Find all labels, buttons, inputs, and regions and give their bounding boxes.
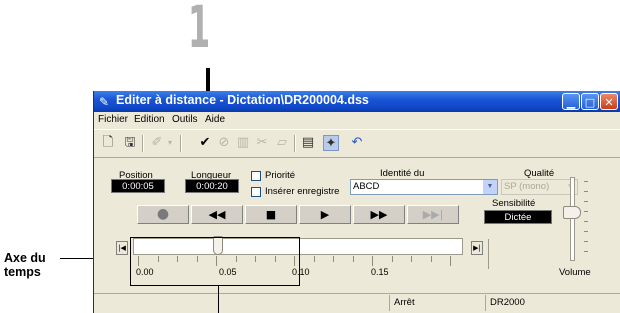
undo-icon[interactable]: ↶ — [349, 135, 365, 151]
pencil-icon: ✎ — [99, 95, 110, 109]
callout-number: 1 — [188, 0, 211, 61]
qualite-select[interactable]: SP (mono) ▼ — [501, 179, 578, 195]
inserer-label: Insérer enregistre — [265, 186, 340, 197]
qualite-label: Qualité — [524, 168, 555, 179]
new-file-icon[interactable]: 🗋 — [100, 135, 116, 151]
minimize-button[interactable]: ▁ — [562, 93, 580, 110]
edit-icon[interactable]: ✐ — [149, 135, 165, 151]
timeline-tick — [372, 256, 373, 266]
timeline-end-button[interactable]: ▶| — [471, 241, 483, 255]
identite-label: Identité du — [380, 168, 425, 179]
toolbar-separator — [142, 135, 144, 152]
status-device: DR2000 — [485, 295, 620, 311]
minimize-icon: ▁ — [566, 96, 576, 109]
connect-icon[interactable]: ✦ — [323, 135, 339, 151]
timeline-tick — [352, 256, 354, 262]
maximize-button[interactable]: □ — [581, 93, 599, 110]
inserer-checkbox[interactable] — [251, 187, 261, 197]
qualite-value: SP (mono) — [504, 181, 550, 192]
rewind-button[interactable]: ◀◀ — [191, 205, 243, 224]
menu-edition[interactable]: Edition — [134, 114, 165, 125]
volume-scale-ticks — [584, 181, 588, 261]
volume-label: Volume — [559, 267, 591, 278]
status-state: Arrêt — [389, 295, 484, 311]
priorite-label: Priorité — [265, 170, 296, 181]
longueur-display: 0:00:20 — [185, 179, 239, 193]
properties-icon[interactable]: ▤ — [300, 135, 316, 151]
identite-value: ABCD — [353, 181, 380, 192]
timeline-tick — [411, 256, 412, 262]
chevron-down-icon[interactable]: ▼ — [483, 180, 497, 194]
stop-button[interactable]: ■ — [245, 205, 297, 224]
identite-select[interactable]: ABCD ▼ — [350, 179, 498, 195]
save-icon[interactable]: 🖫 — [122, 135, 138, 151]
stop-icon: ■ — [265, 208, 277, 221]
axis-label-line1: Axe du — [4, 251, 46, 265]
timeline-callout-box — [130, 237, 300, 286]
volume-slider-thumb[interactable] — [563, 206, 581, 219]
tick-label: 0.15 — [371, 267, 389, 277]
toolbar-separator — [294, 135, 296, 152]
dropdown-arrow-icon[interactable]: ▾ — [166, 135, 174, 151]
play-icon: ▶ — [320, 208, 330, 221]
cut-icon[interactable]: ✂ — [254, 135, 270, 151]
checkmark-icon[interactable]: ✔ — [197, 135, 213, 151]
timeline-pointer-line — [218, 286, 219, 313]
timeline-tick — [430, 256, 432, 262]
maximize-icon: □ — [584, 96, 596, 109]
skip-end-icon: ▶▶| — [422, 208, 444, 221]
axis-label-line2: temps — [4, 265, 41, 279]
menu-fichier[interactable]: Fichier — [98, 114, 128, 125]
book-icon[interactable]: ▥ — [235, 135, 251, 151]
transport-controls: ● ◀◀ ■ ▶ ▶▶ ▶▶| — [137, 205, 467, 224]
position-display: 0:00:05 — [111, 179, 165, 193]
insert-icon[interactable]: ▱ — [274, 135, 290, 151]
axis-label: Axe du temps — [4, 251, 46, 279]
menu-outils[interactable]: Outils — [172, 114, 198, 125]
timeline-tick — [333, 256, 334, 262]
record-button[interactable]: ● — [137, 205, 189, 224]
sensibilite-display: Dictée — [484, 210, 552, 224]
priorite-checkbox[interactable] — [251, 171, 261, 181]
sensibilite-label: Sensibilité — [492, 198, 536, 209]
play-button[interactable]: ▶ — [299, 205, 351, 224]
timeline-tick — [450, 256, 451, 266]
skip-end-icon: ▶| — [473, 244, 481, 252]
volume-slider-track[interactable] — [570, 177, 575, 261]
record-icon: ● — [156, 206, 170, 222]
cancel-icon[interactable]: ⊘ — [216, 135, 232, 151]
fast-forward-icon: ▶▶ — [370, 208, 388, 221]
menu-aide[interactable]: Aide — [205, 114, 225, 125]
fast-forward-button[interactable]: ▶▶ — [353, 205, 405, 224]
skip-end-button[interactable]: ▶▶| — [407, 205, 459, 224]
title-bar[interactable]: ✎ Editer à distance - Dictation\DR200004… — [94, 91, 620, 112]
close-icon: ✕ — [604, 96, 614, 109]
timeline-tick — [391, 256, 393, 262]
rewind-icon: ◀◀ — [208, 208, 226, 221]
toolbar-separator — [180, 135, 182, 152]
window-title: Editer à distance - Dictation\DR200004.d… — [116, 93, 369, 107]
timeline-start-button[interactable]: |◀ — [116, 241, 128, 255]
skip-start-icon: |◀ — [118, 244, 126, 252]
close-button[interactable]: ✕ — [600, 93, 618, 110]
marker-bracket — [488, 239, 501, 269]
timeline-tick — [313, 256, 315, 262]
